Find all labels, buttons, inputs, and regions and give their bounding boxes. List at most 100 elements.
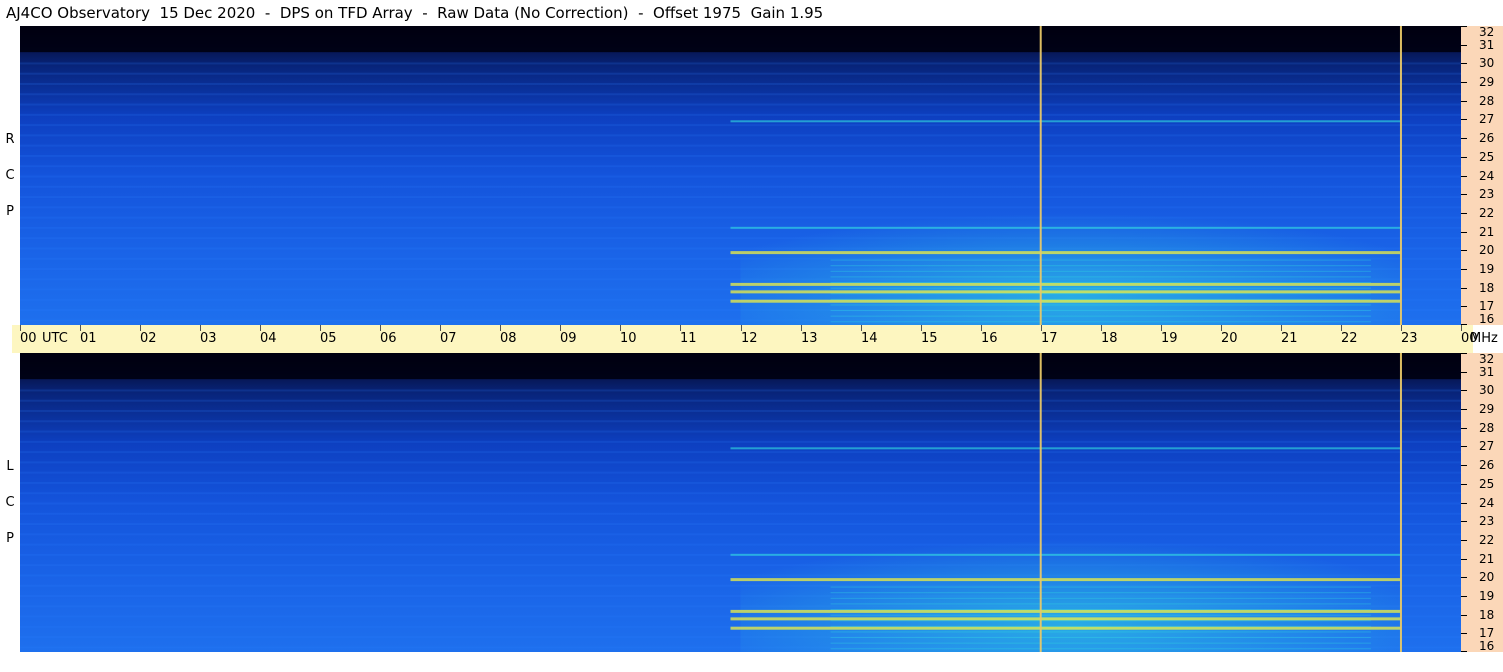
time-tick-label: 22 [1341, 331, 1358, 346]
freq-tick-label: 30 [1479, 383, 1495, 397]
freq-tick-label: 16 [1479, 639, 1495, 653]
freq-tick-label: 31 [1479, 365, 1495, 379]
emission-texture [830, 614, 1371, 616]
emission-band [730, 609, 1401, 613]
band-stripe [20, 440, 1461, 443]
band-stripe [20, 451, 1461, 454]
emission-texture [830, 304, 1371, 306]
frequency-axis-lcp: 16 17 18 19 20 21 22 23 24 25 26 27 28 29 30 31 32 [1461, 353, 1503, 652]
emission-texture [830, 625, 1371, 627]
freq-tick-label: 23 [1479, 187, 1495, 201]
band-stripe [20, 154, 1461, 157]
emission-texture [830, 592, 1371, 594]
mhz-unit-label: MHz [1470, 331, 1498, 346]
page-title: AJ4CO Observatory 15 Dec 2020 - DPS on T… [6, 4, 824, 22]
emission-texture [830, 597, 1371, 599]
freq-tick [1461, 138, 1467, 139]
time-tick-label: 08 [500, 331, 517, 346]
freq-tick-label: 25 [1479, 150, 1495, 164]
band-stripe [20, 93, 1461, 96]
time-tick-label: 21 [1281, 331, 1298, 346]
freq-tick-label: 16 [1479, 312, 1495, 326]
band-stripe [20, 481, 1461, 484]
band-stripe [20, 134, 1461, 137]
freq-tick [1461, 446, 1467, 447]
freq-tick-label: 29 [1479, 402, 1495, 416]
freq-tick-label: 26 [1479, 458, 1495, 472]
freq-tick [1461, 409, 1467, 410]
emission-band [730, 617, 1401, 621]
freq-tick-label: 31 [1479, 38, 1495, 52]
time-tick-label: 15 [921, 331, 938, 346]
time-tick-label: 12 [741, 331, 758, 346]
freq-tick-label: 28 [1479, 94, 1495, 108]
time-tick-label: 14 [861, 331, 878, 346]
emission-texture [830, 310, 1371, 312]
band-stripe [20, 389, 1461, 392]
freq-tick [1461, 213, 1467, 214]
bottom-padding [0, 652, 1503, 672]
freq-tick [1461, 26, 1467, 27]
emission-band [730, 578, 1401, 582]
emission-band [730, 120, 1401, 123]
time-tick-label: 05 [320, 331, 337, 346]
freq-tick [1461, 484, 1467, 485]
freq-tick [1461, 269, 1467, 270]
rcp-label-r: R [5, 132, 15, 147]
rcp-label-p: P [6, 204, 14, 219]
freq-tick [1461, 306, 1467, 307]
freq-tick-label: 26 [1479, 131, 1495, 145]
dark-band [20, 353, 1461, 380]
freq-tick-label: 19 [1479, 589, 1495, 603]
band-stripe [20, 409, 1461, 412]
emission-texture [830, 287, 1371, 289]
freq-tick-label: 17 [1479, 299, 1495, 313]
band-stripe [20, 502, 1461, 505]
emission-texture [830, 637, 1371, 639]
freq-tick [1461, 82, 1467, 83]
activity-glow [740, 511, 1401, 652]
lcp-spectrogram [20, 353, 1461, 652]
emission-texture [830, 298, 1371, 300]
marker-line [1399, 353, 1402, 652]
band-stripe [20, 144, 1461, 147]
freq-tick [1461, 428, 1467, 429]
activity-glow [740, 184, 1401, 325]
rcp-spectrogram [20, 26, 1461, 325]
emission-texture [830, 315, 1371, 317]
emission-band [730, 626, 1401, 630]
marker-line [1399, 26, 1402, 325]
freq-tick-label: 27 [1479, 439, 1495, 453]
freq-tick-label: 27 [1479, 112, 1495, 126]
marker-line [1039, 26, 1042, 325]
freq-tick-label: 21 [1479, 552, 1495, 566]
emission-texture [830, 282, 1371, 284]
freq-tick-label: 20 [1479, 243, 1495, 257]
emission-texture [830, 631, 1371, 633]
time-tick-label: 09 [560, 331, 577, 346]
freq-tick [1461, 465, 1467, 466]
band-stripe [20, 62, 1461, 65]
time-tick-label: 17 [1041, 331, 1058, 346]
freq-tick-label: 32 [1479, 352, 1495, 366]
rcp-spectrogram-plot [20, 26, 1461, 325]
emission-texture [830, 603, 1371, 605]
band-stripe [20, 165, 1461, 168]
emission-band [730, 447, 1401, 450]
utc-label: UTC [42, 331, 68, 346]
freq-tick [1461, 577, 1467, 578]
time-tick-label: 19 [1161, 331, 1178, 346]
band-stripe [20, 492, 1461, 495]
freq-tick-label: 18 [1479, 281, 1495, 295]
freq-tick [1461, 232, 1467, 233]
emission-texture [830, 270, 1371, 272]
freq-tick-label: 25 [1479, 477, 1495, 491]
time-tick-label: 06 [380, 331, 397, 346]
freq-tick-label: 29 [1479, 75, 1495, 89]
emission-texture [830, 642, 1371, 644]
freq-tick [1461, 353, 1467, 354]
freq-tick [1461, 633, 1467, 634]
band-stripe [20, 113, 1461, 116]
freq-tick-label: 23 [1479, 514, 1495, 528]
band-stripe [20, 420, 1461, 423]
